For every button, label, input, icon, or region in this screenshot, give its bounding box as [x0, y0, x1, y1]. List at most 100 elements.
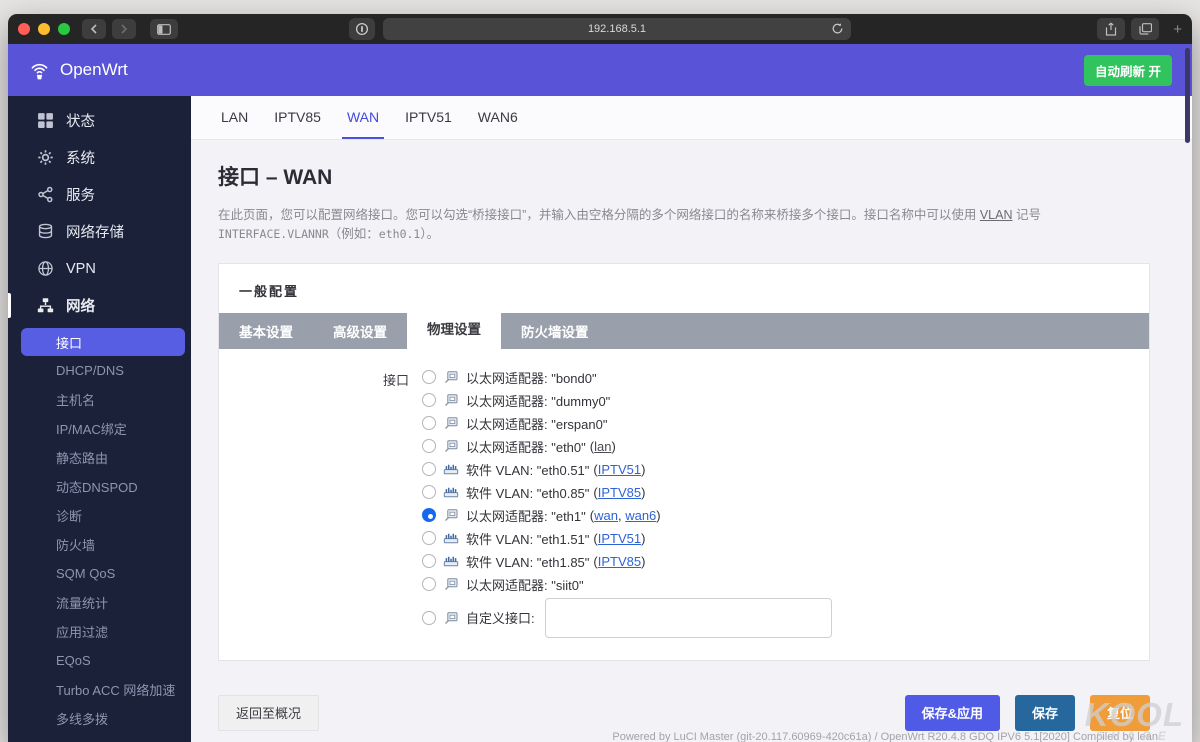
radio-siit0[interactable] — [422, 577, 436, 592]
sidebar-subitem-hostname[interactable]: 主机名 — [8, 385, 191, 414]
subtab-高级设置[interactable]: 高级设置 — [313, 313, 407, 349]
vlan-icon — [443, 461, 459, 477]
tab-iptv85[interactable]: IPTV85 — [269, 96, 326, 139]
option-network-links: (IPTV85) — [593, 553, 646, 569]
option-label: 自定义接口: — [466, 611, 535, 627]
sidebar-item-label: 网络 — [66, 299, 95, 315]
radio-dummy0[interactable] — [422, 393, 436, 408]
sidebar-subitem-diagnostics[interactable]: 诊断 — [8, 501, 191, 530]
interface-option-eth1-85[interactable]: 软件 VLAN: "eth1.85" (IPTV85) — [422, 550, 832, 573]
ethernet-icon — [443, 610, 459, 626]
subtab-基本设置[interactable]: 基本设置 — [219, 313, 313, 349]
interface-option-eth0-85[interactable]: 软件 VLAN: "eth0.85" (IPTV85) — [422, 481, 832, 504]
sidebar-subitem-firewall[interactable]: 防火墙 — [8, 530, 191, 559]
network-link-wan6[interactable]: wan6 — [625, 508, 656, 523]
sidebar-subitem-turbo-acc[interactable]: Turbo ACC 网络加速 — [8, 675, 191, 704]
sidebar-item-services[interactable]: 服务 — [8, 176, 191, 213]
sidebar-item-network[interactable]: 网络 — [8, 287, 191, 324]
chrome-right-buttons: + — [1097, 18, 1182, 40]
sidebar-item-label: 网络存储 — [66, 225, 124, 241]
sidebar-subitem-sqm-qos[interactable]: SQM QoS — [8, 559, 191, 588]
radio-erspan0[interactable] — [422, 416, 436, 431]
sidebar-toggle-button[interactable] — [150, 19, 178, 39]
sidebar-item-nas[interactable]: 网络存储 — [8, 213, 191, 250]
sidebar-item-system[interactable]: 系统 — [8, 139, 191, 176]
radio-eth1[interactable] — [422, 508, 436, 523]
option-label: 以太网适配器: "bond0" — [466, 370, 597, 386]
tab-overview-button[interactable] — [1131, 18, 1160, 40]
network-link-iptv85[interactable]: IPTV85 — [598, 485, 641, 500]
sidebar-subitem-ip-mac-bind[interactable]: IP/MAC绑定 — [8, 414, 191, 443]
actions-bar: 返回至概况 保存&应用 保存 复位 — [218, 694, 1150, 731]
sidebar-subitem-app-filter[interactable]: 应用过滤 — [8, 617, 191, 646]
ethernet-icon — [443, 576, 459, 592]
extension-button[interactable] — [349, 18, 375, 40]
option-label: 以太网适配器: "eth1" — [466, 508, 586, 524]
interface-option-siit0[interactable]: 以太网适配器: "siit0" — [422, 573, 832, 596]
reload-button[interactable] — [831, 22, 844, 38]
zoom-window-button[interactable] — [58, 23, 70, 35]
general-config-card: 一般配置 基本设置 高级设置 物理设置 防火墙设置 接口 以太网适配器: "bond0… — [218, 262, 1150, 661]
interface-option-bond0[interactable]: 以太网适配器: "bond0" — [422, 366, 832, 389]
network-link-wan[interactable]: wan — [594, 508, 618, 523]
back-to-overview-button[interactable]: 返回至概况 — [218, 694, 320, 731]
tab-wan6[interactable]: WAN6 — [473, 96, 523, 139]
main-area: LAN IPTV85 WAN IPTV51 WAN6 接口 – WAN 在此页面，您可以… — [191, 96, 1192, 742]
grid-icon — [37, 112, 54, 129]
footer-text: Powered by LuCI Master (git-20.117.60969… — [612, 730, 1158, 742]
share-button[interactable] — [1097, 18, 1126, 40]
radio-bond0[interactable] — [422, 370, 436, 385]
keyhole-icon — [355, 22, 369, 36]
option-label: 软件 VLAN: "eth0.85" — [466, 485, 590, 501]
radio-eth0-51[interactable] — [422, 462, 436, 477]
interface-option-eth1[interactable]: 以太网适配器: "eth1" (wan, wan6) — [422, 504, 832, 527]
sidebar-subitem-mwan[interactable]: 多线多拨 — [8, 704, 191, 733]
save-apply-button[interactable]: 保存&应用 — [904, 694, 1000, 731]
sidebar-subitem-dhcp-dns[interactable]: DHCP/DNS — [8, 356, 191, 385]
network-link-iptv51[interactable]: IPTV51 — [598, 462, 641, 477]
tab-iptv51[interactable]: IPTV51 — [400, 96, 457, 139]
radio-eth0-85[interactable] — [422, 485, 436, 500]
custom-interface-input[interactable] — [544, 597, 832, 638]
sidebar-item-status[interactable]: 状态 — [8, 102, 191, 139]
auto-refresh-toggle[interactable]: 自动刷新 开 — [1084, 54, 1172, 86]
sidebar-item-vpn[interactable]: VPN — [8, 250, 191, 287]
ethernet-icon — [443, 392, 459, 408]
network-link-iptv51[interactable]: IPTV51 — [598, 531, 641, 546]
network-link-lan[interactable]: lan — [594, 439, 611, 454]
subtab-物理设置[interactable]: 物理设置 — [407, 306, 501, 349]
forward-button[interactable] — [112, 19, 136, 39]
back-button[interactable] — [82, 19, 106, 39]
sidebar-subitem-traffic-stats[interactable]: 流量统计 — [8, 588, 191, 617]
minimize-window-button[interactable] — [38, 23, 50, 35]
radio-eth1-85[interactable] — [422, 554, 436, 569]
sidebar-subitem-interfaces[interactable]: 接口 — [21, 328, 185, 356]
interface-option-eth1-51[interactable]: 软件 VLAN: "eth1.51" (IPTV51) — [422, 527, 832, 550]
close-window-button[interactable] — [18, 23, 30, 35]
interface-option-custom[interactable]: 自定义接口: — [422, 596, 832, 640]
radio-custom[interactable] — [422, 610, 436, 625]
sidebar-subitem-static-routes[interactable]: 静态路由 — [8, 443, 191, 472]
interface-option-eth0-51[interactable]: 软件 VLAN: "eth0.51" (IPTV51) — [422, 458, 832, 481]
window-controls — [18, 23, 70, 35]
new-tab-button[interactable]: + — [1173, 21, 1182, 38]
tab-wan[interactable]: WAN — [341, 96, 385, 139]
page-body: 状态 系统 服务网络存储 VPN 网络接口 DHCP/DNS 主机名 IP/MAC绑定 静态路由… — [8, 96, 1192, 742]
save-button[interactable]: 保存 — [1014, 694, 1075, 731]
radio-eth0[interactable] — [422, 439, 436, 454]
sidebar-subitem-eqos[interactable]: EQoS — [8, 646, 191, 675]
radio-eth1-51[interactable] — [422, 531, 436, 546]
tab-lan[interactable]: LAN — [216, 96, 253, 139]
ethernet-icon — [443, 369, 459, 385]
interface-option-erspan0[interactable]: 以太网适配器: "erspan0" — [422, 412, 832, 435]
interface-option-dummy0[interactable]: 以太网适配器: "dummy0" — [422, 389, 832, 412]
option-label: 以太网适配器: "siit0" — [466, 577, 584, 593]
url-field[interactable]: 192.168.5.1 — [383, 18, 851, 40]
page-scrollbar[interactable] — [1185, 48, 1190, 143]
vlan-link[interactable]: VLAN — [980, 208, 1013, 222]
sidebar-subitem-dnspod[interactable]: 动态DNSPOD — [8, 472, 191, 501]
chevron-left-icon — [90, 24, 97, 34]
subtab-防火墙设置[interactable]: 防火墙设置 — [501, 313, 609, 349]
network-link-iptv85[interactable]: IPTV85 — [598, 554, 641, 569]
interface-option-eth0[interactable]: 以太网适配器: "eth0" (lan) — [422, 435, 832, 458]
